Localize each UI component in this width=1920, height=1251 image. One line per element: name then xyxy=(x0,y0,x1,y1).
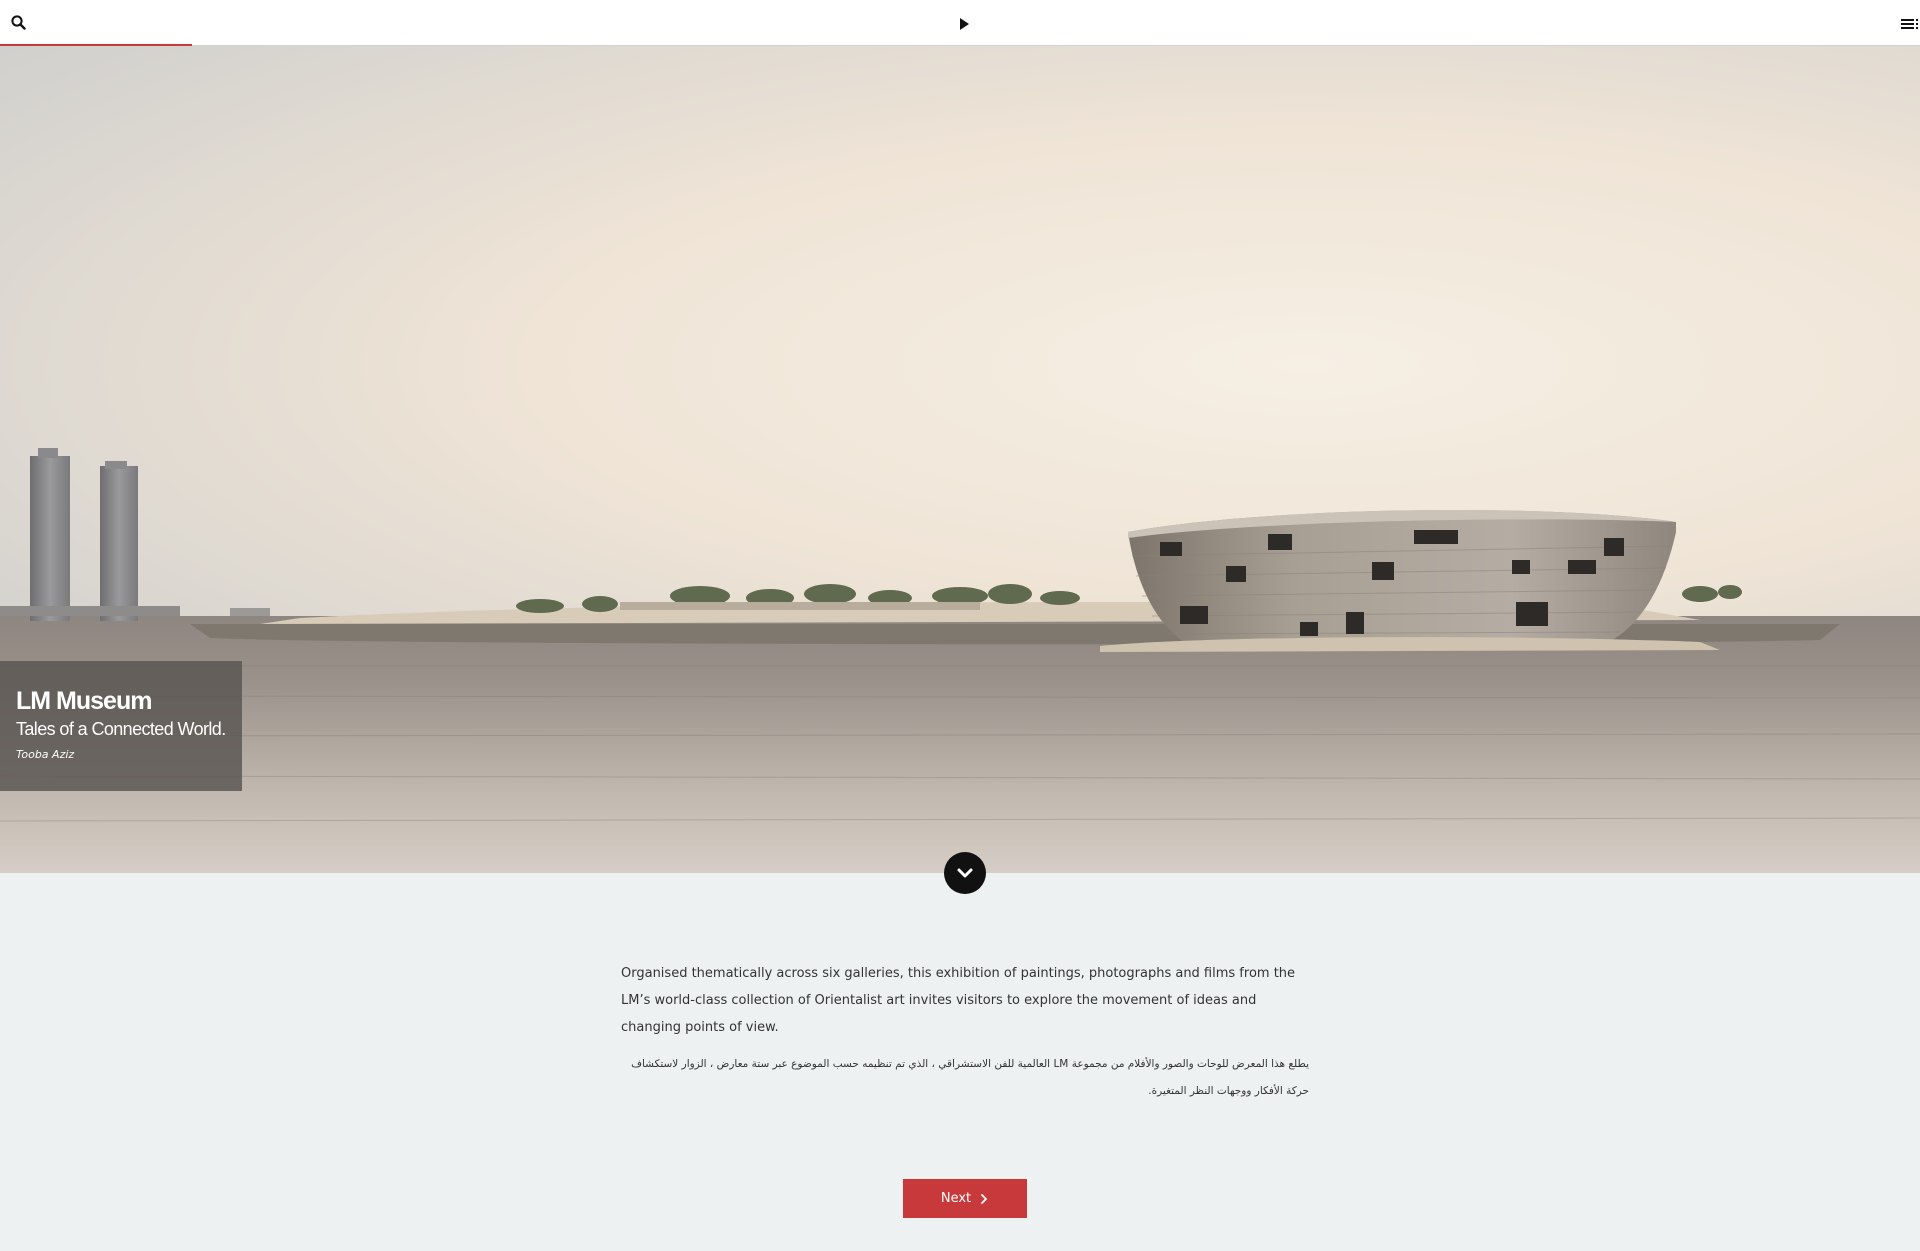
top-bar xyxy=(0,0,1920,46)
scroll-down-button[interactable] xyxy=(944,852,986,894)
intro-section: Organised thematically across six galler… xyxy=(621,960,1309,1105)
search-icon[interactable] xyxy=(8,12,30,34)
play-icon[interactable] xyxy=(953,13,975,35)
hero-caption: LM Museum Tales of a Connected World. To… xyxy=(0,661,242,791)
chevron-down-icon xyxy=(957,868,973,878)
chevron-right-icon xyxy=(981,1193,988,1204)
hero-image xyxy=(0,46,1920,873)
hero-section: LM Museum Tales of a Connected World. To… xyxy=(0,46,1920,873)
menu-icon[interactable] xyxy=(1898,14,1920,34)
hero-subtitle: Tales of a Connected World. xyxy=(16,719,226,739)
intro-english: Organised thematically across six galler… xyxy=(621,966,1296,1035)
next-button[interactable]: Next xyxy=(903,1179,1027,1218)
hero-title: LM Museum xyxy=(16,687,152,715)
intro-arabic: يطلع هذا المعرض للوحات والصور والأفلام م… xyxy=(631,1058,1309,1097)
next-button-label: Next xyxy=(940,1191,972,1206)
hero-author: Tooba Aziz xyxy=(16,748,75,761)
